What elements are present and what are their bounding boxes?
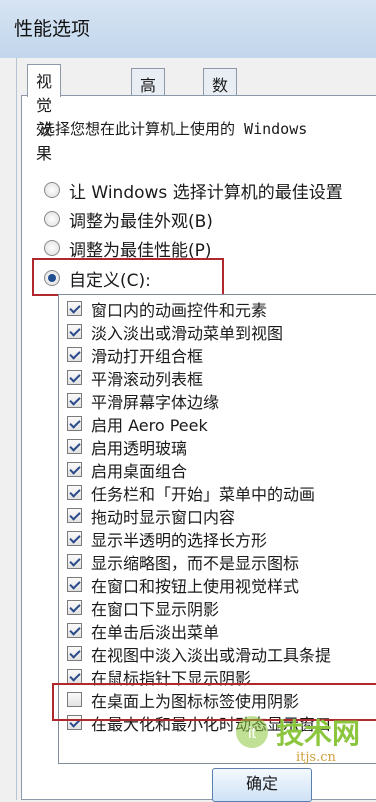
- checkbox-checked-icon[interactable]: [67, 324, 82, 339]
- option-item[interactable]: 显示缩略图，而不是显示图标: [67, 550, 299, 573]
- description-text: 选择您想在此计算机上使用的 Windows: [40, 118, 307, 139]
- option-item[interactable]: 在单击后淡出菜单: [67, 619, 219, 642]
- option-label: 淡入淡出或滑动菜单到视图: [91, 323, 284, 343]
- option-label: 在最大化和最小化时动态显示窗口: [91, 714, 332, 734]
- option-item[interactable]: 任务栏和「开始」菜单中的动画: [67, 481, 315, 504]
- option-item[interactable]: 在窗口下显示阴影: [67, 596, 219, 619]
- option-item[interactable]: 在视图中淡入淡出或滑动工具条提: [67, 642, 331, 665]
- option-item[interactable]: 淡入淡出或滑动菜单到视图: [67, 320, 283, 343]
- option-label: 在视图中淡入淡出或滑动工具条提: [91, 645, 332, 665]
- option-item[interactable]: 拖动时显示窗口内容: [67, 504, 235, 527]
- option-item[interactable]: 启用透明玻璃: [67, 435, 187, 458]
- checkbox-checked-icon[interactable]: [67, 715, 82, 730]
- window-title: 性能选项: [14, 18, 91, 40]
- checkbox-unchecked-icon[interactable]: [67, 692, 82, 707]
- checkbox-checked-icon[interactable]: [67, 600, 82, 615]
- checkbox-checked-icon[interactable]: [67, 393, 82, 408]
- checkbox-checked-icon[interactable]: [67, 554, 82, 569]
- checkbox-checked-icon[interactable]: [67, 301, 82, 316]
- option-item[interactable]: 滑动打开组合框: [67, 343, 203, 366]
- option-label: 窗口内的动画控件和元素: [91, 300, 268, 320]
- radio-best-appearance[interactable]: 调整为最佳外观(B): [44, 205, 213, 233]
- visual-effects-panel: 选择您想在此计算机上使用的 Windows 让 Windows 选择计算机的最佳…: [21, 95, 376, 800]
- option-label: 显示缩略图，而不是显示图标: [91, 553, 300, 573]
- description-prefix: 选择您想在此计算机上使用的: [40, 120, 236, 138]
- checkbox-checked-icon[interactable]: [67, 347, 82, 362]
- radio-label: 自定义(C):: [69, 270, 151, 291]
- option-label: 平滑滚动列表框: [91, 369, 204, 389]
- radio-label: 调整为最佳外观(B): [69, 211, 213, 232]
- checkbox-checked-icon[interactable]: [67, 623, 82, 638]
- option-item[interactable]: 窗口内的动画控件和元素: [67, 297, 267, 320]
- radio-button-checked-icon[interactable]: [44, 270, 60, 286]
- checkbox-checked-icon[interactable]: [67, 485, 82, 500]
- option-item[interactable]: 显示半透明的选择长方形: [67, 527, 267, 550]
- option-item[interactable]: 启用桌面组合: [67, 458, 187, 481]
- option-label: 在单击后淡出菜单: [91, 622, 220, 642]
- radio-label: 调整为最佳性能(P): [69, 240, 212, 261]
- option-label: 启用 Aero Peek: [91, 415, 208, 435]
- option-item[interactable]: 平滑屏幕字体边缘: [67, 389, 219, 412]
- checkbox-checked-icon[interactable]: [67, 669, 82, 684]
- performance-options-dialog: 视觉效果 高级 数据执行保护 选择您想在此计算机上使用的 Windows 让 W…: [16, 58, 376, 800]
- option-label: 显示半透明的选择长方形: [91, 530, 268, 550]
- title-bar: 性能选项: [0, 0, 376, 58]
- radio-custom[interactable]: 自定义(C):: [44, 264, 151, 292]
- radio-button-icon[interactable]: [44, 211, 60, 227]
- tab-advanced[interactable]: 高级: [131, 68, 166, 119]
- checkbox-checked-icon[interactable]: [67, 416, 82, 431]
- option-label: 在鼠标指针下显示阴影: [91, 668, 252, 688]
- option-label: 在窗口下显示阴影: [91, 599, 220, 619]
- option-item[interactable]: 平滑滚动列表框: [67, 366, 203, 389]
- ok-button[interactable]: 确定: [212, 768, 312, 802]
- radio-label: 让 Windows 选择计算机的最佳设置: [69, 182, 343, 203]
- option-item[interactable]: 启用 Aero Peek: [67, 412, 208, 435]
- option-label: 在窗口和按钮上使用视觉样式: [91, 576, 300, 596]
- option-label: 启用桌面组合: [91, 461, 188, 481]
- option-label: 拖动时显示窗口内容: [91, 507, 236, 527]
- option-item[interactable]: 在最大化和最小化时动态显示窗口: [67, 711, 331, 734]
- option-item[interactable]: 在鼠标指针下显示阴影: [67, 665, 251, 688]
- checkbox-checked-icon[interactable]: [67, 439, 82, 454]
- tab-visual-effects[interactable]: 视觉效果: [27, 64, 62, 163]
- checkbox-checked-icon[interactable]: [67, 508, 82, 523]
- checkbox-checked-icon[interactable]: [67, 577, 82, 592]
- checkbox-checked-icon[interactable]: [67, 646, 82, 661]
- checkbox-checked-icon[interactable]: [67, 370, 82, 385]
- radio-button-icon[interactable]: [44, 182, 60, 198]
- tab-data-execution-prevention[interactable]: 数据执行保护: [203, 68, 238, 215]
- description-suffix: Windows: [235, 120, 308, 138]
- option-label: 在桌面上为图标标签使用阴影: [91, 691, 300, 711]
- option-item-icon-label-shadow[interactable]: 在桌面上为图标标签使用阴影: [67, 688, 299, 711]
- checkbox-checked-icon[interactable]: [67, 462, 82, 477]
- option-item[interactable]: 在窗口和按钮上使用视觉样式: [67, 573, 299, 596]
- option-label: 启用透明玻璃: [91, 438, 188, 458]
- option-label: 平滑屏幕字体边缘: [91, 392, 220, 412]
- option-label: 任务栏和「开始」菜单中的动画: [91, 484, 316, 504]
- checkbox-checked-icon[interactable]: [67, 531, 82, 546]
- radio-let-windows-choose[interactable]: 让 Windows 选择计算机的最佳设置: [44, 176, 343, 204]
- option-label: 滑动打开组合框: [91, 346, 204, 366]
- custom-effects-list[interactable]: 窗口内的动画控件和元素 淡入淡出或滑动菜单到视图 滑动打开组合框 平滑滚动列表框…: [58, 294, 376, 764]
- radio-best-performance[interactable]: 调整为最佳性能(P): [44, 234, 212, 262]
- radio-button-icon[interactable]: [44, 240, 60, 256]
